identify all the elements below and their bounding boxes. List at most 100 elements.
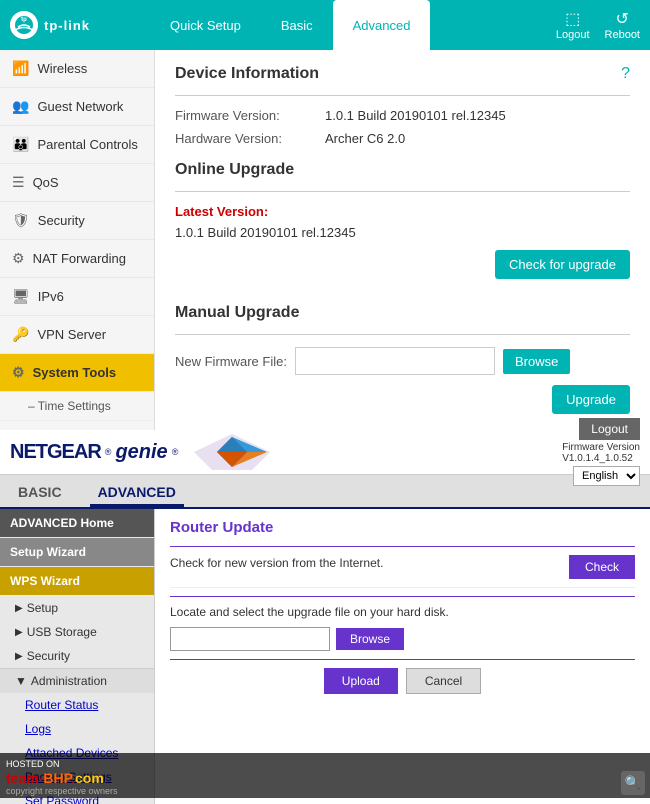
upgrade-button[interactable]: Upgrade: [552, 385, 630, 414]
sidebar-item-system-tools[interactable]: ⚙ System Tools: [0, 354, 154, 392]
sidebar-sub-led-control[interactable]: – LED Control: [0, 421, 154, 430]
ng-divider-3: [170, 659, 635, 660]
ng-file-input[interactable]: [170, 627, 330, 651]
ng-sidebar-setup[interactable]: ▶ Setup: [0, 596, 154, 620]
hardware-version-value: Archer C6 2.0: [325, 131, 405, 146]
tab-basic[interactable]: BASIC: [10, 480, 70, 507]
logout-button[interactable]: ⬚ Logout: [556, 9, 590, 41]
ng-check-label: Check for new version from the Internet.: [170, 556, 383, 570]
sidebar-item-guest-network[interactable]: 👥 Guest Network: [0, 88, 154, 126]
search-corner-button[interactable]: 🔍: [621, 771, 645, 795]
tplink-logo-icon: tp: [10, 11, 38, 39]
ng-sidebar-security[interactable]: ▶ Security: [0, 644, 154, 668]
watermark-line1: HOSTED ON: [6, 759, 60, 769]
sidebar-sub-time-settings[interactable]: – Time Settings: [0, 392, 154, 421]
sidebar-item-parental-controls[interactable]: 👪 Parental Controls: [0, 126, 154, 164]
parental-controls-icon: 👪: [12, 136, 29, 153]
netgear-diamond-logo: [192, 432, 272, 472]
nav-advanced[interactable]: Advanced: [333, 0, 431, 50]
online-upgrade-title: Online Upgrade: [175, 161, 630, 179]
language-select[interactable]: English: [573, 466, 640, 486]
sidebar-item-ipv6[interactable]: 🖥 IPv6: [0, 278, 154, 316]
watermark-copyright: copyright respective owners: [6, 786, 644, 796]
hardware-version-row: Hardware Version: Archer C6 2.0: [175, 131, 630, 146]
sidebar-item-qos[interactable]: ☰ QoS: [0, 164, 154, 202]
nav-quick-setup[interactable]: Quick Setup: [150, 0, 261, 50]
sidebar-item-security[interactable]: 🛡 Security: [0, 202, 154, 240]
system-tools-icon: ⚙: [12, 364, 25, 381]
ng-upload-button[interactable]: Upload: [324, 668, 398, 694]
netgear-logout-button[interactable]: Logout: [579, 418, 640, 440]
ng-page-title: Router Update: [170, 519, 635, 536]
admin-arrow-icon: ▼: [15, 674, 27, 688]
hardware-version-label: Hardware Version:: [175, 131, 325, 146]
ng-check-button[interactable]: Check: [569, 555, 635, 579]
ng-sidebar-usb-storage[interactable]: ▶ USB Storage: [0, 620, 154, 644]
wireless-icon: 📶: [12, 60, 29, 77]
ng-sidebar-advanced-home[interactable]: ADVANCED Home: [0, 509, 154, 537]
admin-label: Administration: [31, 674, 107, 688]
tplink-header-right: ⬚ Logout ↺ Reboot: [556, 9, 640, 41]
sidebar-item-vpn[interactable]: 🔑 VPN Server: [0, 316, 154, 354]
nat-icon: ⚙: [12, 250, 25, 267]
device-info-section: ? Device Information Firmware Version: 1…: [175, 65, 630, 146]
qos-icon: ☰: [12, 174, 25, 191]
ng-sidebar-logs[interactable]: Logs: [0, 717, 154, 741]
ng-sidebar-router-status[interactable]: Router Status: [0, 693, 154, 717]
tplink-nav: Quick Setup Basic Advanced: [150, 0, 430, 50]
ng-sidebar-administration[interactable]: ▼ Administration: [0, 668, 154, 693]
latest-version-value: 1.0.1 Build 20190101 rel.12345: [175, 225, 630, 240]
usb-label: USB Storage: [27, 625, 97, 639]
reboot-icon: ↺: [605, 9, 640, 29]
tab-advanced[interactable]: ADVANCED: [90, 480, 184, 507]
tplink-brand-text: tp-link: [44, 18, 90, 33]
netgear-genie-trademark: ®: [172, 447, 179, 457]
latest-version-label: Latest Version:: [175, 204, 630, 219]
netgear-genie-text: genie: [115, 441, 167, 464]
sidebar-item-wireless[interactable]: 📶 Wireless: [0, 50, 154, 88]
watermark-logo: team-BHP.com: [6, 770, 644, 786]
firmware-version-row: Firmware Version: 1.0.1 Build 20190101 r…: [175, 108, 630, 123]
ng-locate-label: Locate and select the upgrade file on yo…: [170, 605, 635, 619]
ng-cancel-button[interactable]: Cancel: [406, 668, 481, 694]
ng-sidebar-setup-wizard[interactable]: Setup Wizard: [0, 538, 154, 566]
watermark-bhp-text: BHP: [43, 770, 71, 786]
ng-security-label: Security: [27, 649, 70, 663]
online-upgrade-section: Online Upgrade Latest Version: 1.0.1 Bui…: [175, 161, 630, 289]
netgear-header: NETGEAR ® genie ® Logout Firmware Versio…: [0, 430, 650, 475]
guest-network-icon: 👥: [12, 98, 29, 115]
tplink-sidebar: 📶 Wireless 👥 Guest Network 👪 Parental Co…: [0, 50, 155, 430]
tplink-logo: tp tp-link: [10, 11, 90, 39]
netgear-tabs: BASIC ADVANCED: [0, 475, 650, 509]
check-upgrade-button[interactable]: Check for upgrade: [495, 250, 630, 279]
netgear-fw-label: Firmware Version V1.0.1.4_1.0.52: [562, 442, 640, 464]
firmware-file-row: New Firmware File: Browse: [175, 347, 630, 375]
tplink-header: tp tp-link Quick Setup Basic Advanced ⬚ …: [0, 0, 650, 50]
help-icon[interactable]: ?: [621, 65, 630, 83]
netgear-logo: NETGEAR ® genie ®: [10, 432, 272, 472]
tplink-panel: tp tp-link Quick Setup Basic Advanced ⬚ …: [0, 0, 650, 430]
vpn-icon: 🔑: [12, 326, 29, 343]
new-firmware-label: New Firmware File:: [175, 354, 287, 369]
watermark-team-text: team-: [6, 770, 43, 786]
ng-divider-1: [170, 546, 635, 547]
watermark-com-text: com: [75, 770, 104, 786]
reboot-button[interactable]: ↺ Reboot: [605, 9, 640, 41]
netgear-header-right: Logout Firmware Version V1.0.1.4_1.0.52 …: [562, 418, 640, 486]
ng-sidebar-wps-wizard[interactable]: WPS Wizard: [0, 567, 154, 595]
search-corner-icon: 🔍: [625, 775, 641, 791]
setup-label: Setup: [27, 601, 58, 615]
security-arrow-icon: ▶: [15, 651, 23, 662]
logout-icon: ⬚: [556, 9, 590, 29]
ng-browse-button[interactable]: Browse: [336, 628, 404, 650]
tplink-main-content: ? Device Information Firmware Version: 1…: [155, 50, 650, 430]
sidebar-item-nat[interactable]: ⚙ NAT Forwarding: [0, 240, 154, 278]
nav-basic[interactable]: Basic: [261, 0, 333, 50]
manual-upgrade-section: Manual Upgrade New Firmware File: Browse…: [175, 304, 630, 424]
firmware-browse-button[interactable]: Browse: [503, 349, 570, 374]
manual-upgrade-title: Manual Upgrade: [175, 304, 630, 322]
firmware-file-input[interactable]: [295, 347, 495, 375]
watermark: HOSTED ON team-BHP.com copyright respect…: [0, 753, 650, 798]
firmware-version-label: Firmware Version:: [175, 108, 325, 123]
ng-action-buttons: Upload Cancel: [170, 668, 635, 694]
